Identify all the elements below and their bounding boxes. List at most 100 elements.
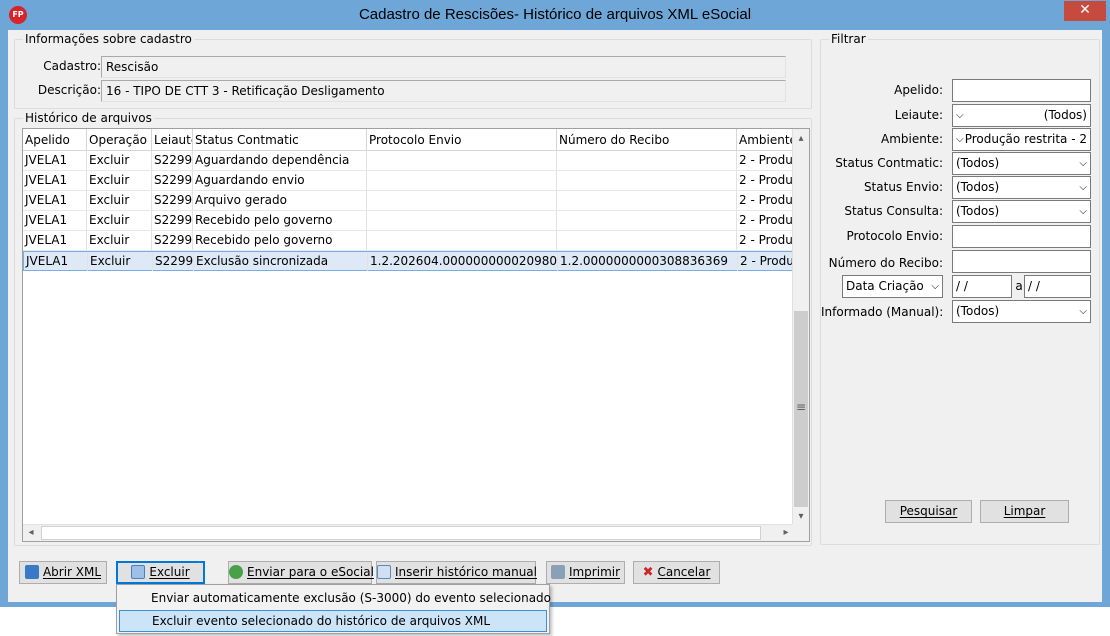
xml-file-icon [24,565,39,579]
horizontal-scrollbar[interactable]: ◂ ▸ [23,524,795,541]
protocolo-envio-label: Protocolo Envio: [846,229,943,243]
protocolo-envio-input[interactable] [952,225,1091,248]
add-document-icon [377,565,391,579]
status-contmatic-select[interactable]: (Todos) ⌵ [952,152,1091,175]
status-consulta-label: Status Consulta: [844,204,943,218]
cell-protocolo [367,171,557,190]
column-header-ambiente[interactable]: Ambiente [737,129,795,151]
informado-manual-label: Informado (Manual): [821,305,944,319]
filtrar-groupbox: Filtrar Apelido: Leiaute: ⌵ (Todos) Ambi… [820,32,1100,545]
scroll-left-arrow-icon[interactable]: ◂ [23,525,39,541]
chevron-down-icon: ⌵ [1079,206,1087,217]
cell-apelido: JVELA1 [23,231,87,250]
column-header-protocolo[interactable]: Protocolo Envio [367,129,557,151]
table-row[interactable]: JVELA1 Excluir S2299 Aguardando envio 2 … [23,171,795,191]
cell-apelido: JVELA1 [24,252,88,271]
numero-recibo-input[interactable] [952,250,1091,273]
inserir-historico-button[interactable]: Inserir histórico manual [376,561,537,584]
leiaute-select[interactable]: ⌵ (Todos) [952,104,1091,127]
cell-status: Recebido pelo governo [193,211,367,230]
cell-leiaute: S2299 [152,171,193,190]
scroll-down-arrow-icon[interactable]: ▾ [793,509,809,525]
abrir-xml-button[interactable]: Abrir XML [19,561,107,584]
cell-ambiente: 2 - Produç [739,193,795,207]
cell-operacao: Excluir [87,211,152,230]
cell-ambiente: 2 - Produç [739,233,795,247]
cell-ambiente: 2 - Produç [739,153,795,167]
cell-operacao: Excluir [88,252,153,271]
menu-item-excluir-evento[interactable]: Excluir evento selecionado do histórico … [119,610,547,632]
cell-recibo [557,211,737,230]
scrollbar-corner [792,524,809,541]
limpar-button-label: Limpar [1003,504,1046,518]
printer-icon [550,565,565,579]
cell-status: Exclusão sincronizada [194,252,368,271]
info-groupbox: Informações sobre cadastro Cadastro: Res… [14,32,812,109]
scroll-up-arrow-icon[interactable]: ▴ [793,131,809,147]
imprimir-button[interactable]: Imprimir [546,561,625,584]
leiaute-value: (Todos) [1043,108,1087,122]
horizontal-scroll-thumb[interactable] [41,526,761,540]
column-header-apelido[interactable]: Apelido [23,129,87,151]
cell-operacao: Excluir [87,151,152,170]
limpar-button[interactable]: Limpar [980,500,1069,523]
descricao-field: 16 - TIPO DE CTT 3 - Retificação Desliga… [101,80,786,102]
chevron-down-icon: ⌵ [1079,158,1087,169]
table-row[interactable]: JVELA1 Excluir S2299 Aguardando dependên… [23,151,795,171]
cell-protocolo: 1.2.202604.0000000000209808539 [368,252,558,271]
close-window-button[interactable]: ✕ [1064,1,1106,21]
cell-ambiente: 2 - Produç [739,173,795,187]
table-row-selected[interactable]: JVELA1 Excluir S2299 Exclusão sincroniza… [23,251,796,271]
cancelar-button[interactable]: ✖ Cancelar [633,561,720,584]
cell-leiaute: S2299 [152,151,193,170]
table-row[interactable]: JVELA1 Excluir S2299 Recebido pelo gover… [23,211,795,231]
cell-leiaute: S2299 [152,231,193,250]
historico-group-title: Histórico de arquivos [23,111,154,125]
date-type-select[interactable]: Data Criação ⌵ [842,275,943,298]
cell-protocolo [367,151,557,170]
cancel-x-icon: ✖ [642,565,654,580]
cell-recibo [557,231,737,250]
cell-apelido: JVELA1 [23,191,87,210]
cell-recibo [557,191,737,210]
table-row[interactable]: JVELA1 Excluir S2299 Recebido pelo gover… [23,231,795,251]
title-bar: FP Cadastro de Rescisões- Histórico de a… [0,0,1110,30]
date-from-input[interactable]: / / [952,275,1012,298]
cell-ambiente: 2 - Produç [739,213,795,227]
table-row[interactable]: JVELA1 Excluir S2299 Arquivo gerado 2 - … [23,191,795,211]
cell-leiaute: S2299 [152,191,193,210]
cell-recibo [557,171,737,190]
cancelar-label: Cancelar [657,565,711,579]
status-envio-select[interactable]: (Todos) ⌵ [952,176,1091,199]
column-header-leiaute[interactable]: Leiaute [152,129,193,151]
date-to-input[interactable]: / / [1024,275,1091,298]
cell-recibo [557,151,737,170]
vertical-scrollbar[interactable]: ▴ ≡ ▾ [792,129,809,525]
enviar-esocial-button[interactable]: Enviar para o eSocial [228,561,374,584]
informado-manual-value: (Todos) [956,304,1000,318]
cell-leiaute: S2299 [153,252,194,271]
send-globe-icon [229,565,243,579]
descricao-label: Descrição: [37,83,101,97]
menu-item-enviar-exclusao[interactable]: Enviar automaticamente exclusão (S-3000)… [119,587,551,609]
informado-manual-select[interactable]: (Todos) ⌵ [952,300,1091,323]
column-header-recibo[interactable]: Número do Recibo [557,129,737,151]
status-contmatic-value: (Todos) [956,156,1000,170]
status-consulta-select[interactable]: (Todos) ⌵ [952,200,1091,223]
vertical-scroll-thumb[interactable]: ≡ [794,311,808,507]
apelido-input[interactable] [952,79,1091,102]
grid-header: Apelido Operação Leiaute Status Contmati… [23,129,795,151]
cell-recibo: 1.2.0000000000308836369 [558,252,738,271]
historico-grid[interactable]: Apelido Operação Leiaute Status Contmati… [22,128,810,542]
filtrar-group-title: Filtrar [829,32,868,46]
cell-protocolo [367,191,557,210]
column-header-operacao[interactable]: Operação [87,129,152,151]
chevron-down-icon: ⌵ [956,134,964,145]
column-header-status[interactable]: Status Contmatic [193,129,367,151]
excluir-button[interactable]: Excluir [116,561,205,584]
cadastro-field: Rescisão [101,56,786,78]
pesquisar-button[interactable]: Pesquisar [885,500,972,523]
ambiente-select[interactable]: ⌵ Produção restrita - 2 [952,128,1091,151]
cell-status: Aguardando envio [193,171,367,190]
window-title: Cadastro de Rescisões- Histórico de arqu… [358,6,752,23]
